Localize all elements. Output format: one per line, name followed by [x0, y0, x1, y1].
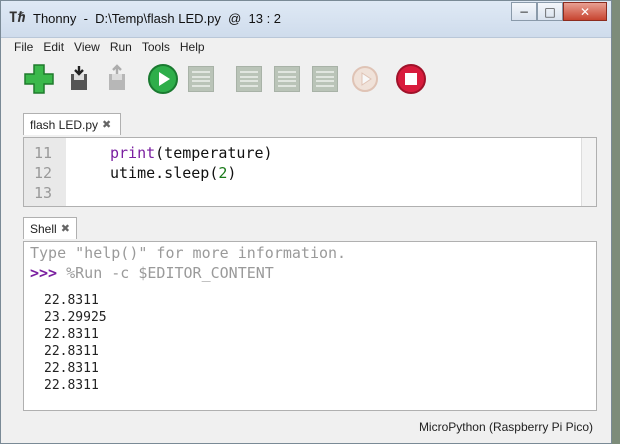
menu-file[interactable]: File — [9, 38, 38, 56]
status-bar: MicroPython (Raspberry Pi Pico) — [1, 413, 611, 443]
step-into-icon — [274, 66, 300, 92]
menu-bar: File Edit View Run Tools Help — [9, 38, 210, 56]
code-line: print(temperature) — [110, 144, 273, 162]
plus-icon — [24, 64, 54, 94]
close-tab-icon[interactable]: ✖ — [61, 222, 70, 235]
new-file-button[interactable] — [23, 63, 55, 95]
shell-panel[interactable]: Type "help()" for more information. >>> … — [23, 241, 597, 411]
resume-icon — [352, 66, 378, 92]
tab-flash-led[interactable]: flash LED.py ✖ — [23, 113, 121, 135]
window-title: Thonny - D:\Temp\flash LED.py @ 13 : 2 — [33, 11, 282, 26]
save-file-button[interactable] — [101, 63, 133, 95]
output-line: 23.29925 — [44, 310, 107, 325]
step-out-button[interactable] — [309, 63, 341, 95]
step-over-icon — [236, 66, 262, 92]
run-button[interactable] — [147, 63, 179, 95]
step-over-button[interactable] — [233, 63, 265, 95]
code-text: (temperature) — [155, 144, 273, 162]
open-file-button[interactable] — [63, 63, 95, 95]
code-editor[interactable]: 11 12 13 print(temperature) utime.sleep(… — [23, 137, 597, 207]
editor-scrollbar[interactable] — [581, 138, 596, 206]
step-into-button[interactable] — [271, 63, 303, 95]
tab-label: Shell — [30, 221, 57, 236]
builtin-keyword: print — [110, 144, 156, 162]
line-number: 12 — [34, 164, 53, 182]
debug-button[interactable] — [185, 63, 217, 95]
step-out-icon — [312, 66, 338, 92]
output-line: 22.8311 — [44, 378, 99, 393]
line-number: 11 — [34, 144, 53, 162]
output-line: 22.8311 — [44, 344, 99, 359]
shell-command: %Run -c $EDITOR_CONTENT — [66, 264, 274, 282]
resume-button[interactable] — [349, 63, 381, 95]
save-icon — [109, 64, 125, 90]
output-line: 22.8311 — [44, 293, 99, 308]
interpreter-status[interactable]: MicroPython (Raspberry Pi Pico) — [419, 420, 593, 434]
shell-command-line: >>> %Run -c $EDITOR_CONTENT — [30, 264, 274, 282]
menu-edit[interactable]: Edit — [38, 38, 69, 56]
stop-icon — [396, 64, 426, 94]
title-bar: Tℏ Thonny - D:\Temp\flash LED.py @ 13 : … — [1, 1, 611, 38]
menu-tools[interactable]: Tools — [137, 38, 175, 56]
shell-prompt: >>> — [30, 264, 58, 282]
menu-run[interactable]: Run — [105, 38, 137, 56]
tab-shell[interactable]: Shell ✖ — [23, 217, 77, 239]
code-text: ) — [227, 164, 237, 182]
code-text: utime.sleep( — [110, 164, 219, 182]
menu-help[interactable]: Help — [175, 38, 210, 56]
output-line: 22.8311 — [44, 327, 99, 342]
shell-intro: Type "help()" for more information. — [30, 244, 347, 262]
menu-view[interactable]: View — [69, 38, 105, 56]
code-line: utime.sleep(2) — [110, 164, 236, 182]
output-line: 22.8311 — [44, 361, 99, 376]
close-button[interactable]: ✕ — [563, 2, 607, 21]
tab-label: flash LED.py — [30, 117, 99, 132]
stop-button[interactable] — [395, 63, 427, 95]
background-strip — [612, 0, 620, 444]
debug-icon — [188, 66, 214, 92]
minimize-button[interactable]: − — [511, 2, 537, 21]
thonny-app-icon: Tℏ — [9, 10, 26, 26]
open-icon — [71, 66, 87, 90]
maximize-button[interactable]: □ — [537, 2, 563, 21]
line-number: 13 — [34, 184, 53, 202]
window-controls: − □ ✕ — [511, 2, 607, 21]
thonny-window: Tℏ Thonny - D:\Temp\flash LED.py @ 13 : … — [0, 0, 612, 444]
close-tab-icon[interactable]: ✖ — [102, 118, 111, 131]
play-icon — [148, 64, 178, 94]
